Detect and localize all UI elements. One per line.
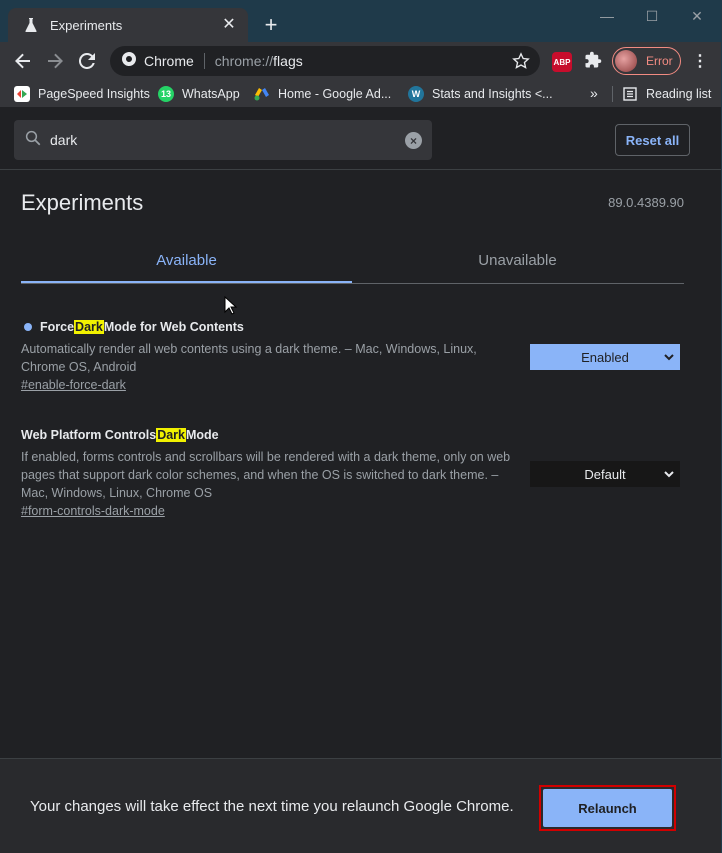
profile-button[interactable]: Error: [612, 47, 681, 75]
relaunch-footer: Your changes will take effect the next t…: [0, 758, 722, 853]
experiment-title: Web Platform Controls Dark Mode: [21, 428, 684, 442]
bookmark-label: PageSpeed Insights: [38, 87, 150, 101]
experiment-form-controls-dark: Web Platform Controls Dark Mode If enabl…: [21, 428, 684, 520]
clear-search-icon[interactable]: ×: [405, 132, 422, 149]
bookmark-label: Home - Google Ad...: [278, 87, 392, 101]
search-box: ×: [14, 120, 432, 160]
google-ads-icon: [254, 86, 270, 102]
address-site-label: Chrome: [144, 53, 194, 69]
wordpress-icon: W: [408, 86, 424, 102]
extensions-icon[interactable]: [584, 51, 604, 71]
tab-close-icon[interactable]: ✕: [220, 16, 238, 34]
experiment-select-default[interactable]: Default: [530, 461, 680, 487]
bookmark-star-icon[interactable]: [512, 52, 530, 70]
relaunch-message: Your changes will take effect the next t…: [30, 798, 514, 815]
experiment-title-post: Mode: [186, 428, 219, 442]
experiment-description: If enabled, forms controls and scrollbar…: [21, 450, 511, 500]
flags-tabs: Available Unavailable: [21, 237, 684, 284]
bookmarks-overflow-button[interactable]: »: [590, 85, 598, 101]
tab-title: Experiments: [50, 17, 123, 33]
relaunch-highlight-outline: Relaunch: [539, 785, 676, 831]
search-highlight: Dark: [74, 320, 104, 334]
bookmark-wordpress[interactable]: W Stats and Insights <...: [408, 85, 553, 103]
select-value: Enabled: [581, 349, 629, 365]
tab-experiments[interactable]: Experiments ✕: [8, 8, 248, 42]
flask-icon: [24, 18, 38, 32]
flags-header: × Reset all: [0, 109, 722, 170]
bookmark-pagespeed[interactable]: PageSpeed Insights: [14, 85, 150, 103]
search-highlight: Dark: [156, 428, 186, 442]
chrome-menu-icon[interactable]: ⋮: [692, 52, 708, 72]
mouse-cursor-icon: [224, 296, 238, 315]
tab-strip: Experiments ✕ + — ☐ ✕: [0, 0, 722, 42]
profile-status-label: Error: [646, 54, 673, 68]
select-value: Default: [584, 466, 626, 482]
experiment-link[interactable]: #form-controls-dark-mode: [21, 504, 165, 518]
reload-icon[interactable]: [76, 50, 98, 72]
active-tab-indicator: [21, 281, 352, 283]
reading-list-icon: [622, 86, 638, 102]
address-bar[interactable]: Chrome chrome:// flags: [110, 46, 540, 76]
experiment-title: Force Dark Mode for Web Contents: [21, 320, 684, 334]
bookmark-google-ads[interactable]: Home - Google Ad...: [254, 85, 391, 103]
address-separator: [203, 53, 205, 69]
page-title: Experiments: [21, 190, 144, 215]
forward-icon[interactable]: [44, 50, 66, 72]
search-input[interactable]: [50, 132, 390, 148]
chevron-down-icon: [664, 354, 674, 361]
experiment-title-pre: Web Platform Controls: [21, 428, 157, 442]
new-tab-button[interactable]: +: [260, 14, 282, 36]
address-scheme: chrome://: [214, 53, 274, 69]
adblock-icon[interactable]: ABP: [552, 52, 572, 72]
version-label: 89.0.4389.90: [608, 195, 684, 210]
experiment-title-pre: Force: [40, 320, 75, 334]
reading-list-label: Reading list: [646, 87, 712, 101]
reset-all-button[interactable]: Reset all: [615, 124, 690, 156]
bookmarks-separator: [612, 86, 613, 102]
bookmarks-bar: PageSpeed Insights 13 WhatsApp Home - Go…: [0, 80, 722, 108]
bookmark-label: Stats and Insights <...: [432, 87, 553, 101]
tab-unavailable[interactable]: Unavailable: [352, 237, 683, 283]
chrome-logo-icon: [122, 51, 136, 71]
experiment-description: Automatically render all web contents us…: [21, 342, 477, 374]
address-path: flags: [273, 53, 303, 69]
tab-available[interactable]: Available: [21, 237, 352, 283]
experiment-title-post: Mode for Web Contents: [103, 320, 244, 334]
bookmark-label: WhatsApp: [182, 87, 240, 101]
reading-list-button[interactable]: Reading list: [622, 85, 711, 103]
pagespeed-icon: [14, 86, 30, 102]
back-icon[interactable]: [12, 50, 34, 72]
chevron-down-icon: [664, 471, 674, 478]
experiment-force-dark: Force Dark Mode for Web Contents Automat…: [21, 320, 684, 394]
modified-indicator-dot: [24, 323, 32, 331]
experiment-select-enabled[interactable]: Enabled: [530, 344, 680, 370]
window-close-icon[interactable]: ✕: [687, 6, 707, 26]
experiment-link[interactable]: #enable-force-dark: [21, 378, 126, 392]
avatar: [615, 50, 637, 72]
minimize-icon[interactable]: —: [597, 6, 617, 26]
relaunch-button[interactable]: Relaunch: [543, 789, 672, 827]
whatsapp-icon: 13: [158, 86, 174, 102]
search-icon: [24, 129, 42, 152]
bookmark-whatsapp[interactable]: 13 WhatsApp: [158, 85, 240, 103]
maximize-icon[interactable]: ☐: [642, 6, 662, 26]
